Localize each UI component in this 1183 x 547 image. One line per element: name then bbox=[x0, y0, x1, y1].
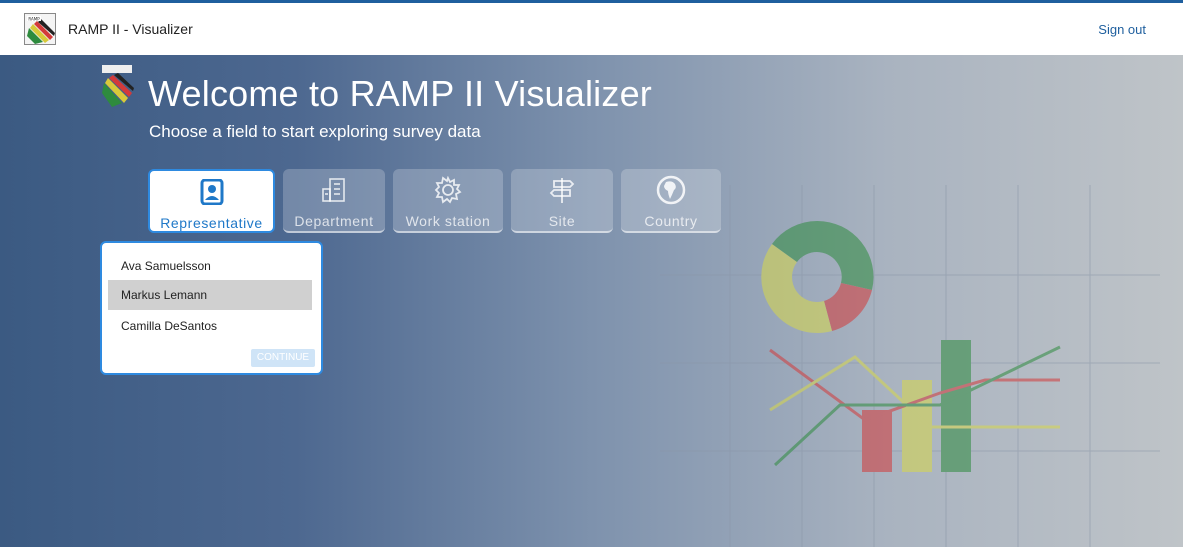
field-card-label: Department bbox=[294, 213, 374, 229]
ramp-logo: RAMP bbox=[24, 13, 56, 45]
field-card-work-station[interactable]: Work station bbox=[393, 169, 503, 233]
gear-icon bbox=[433, 175, 463, 205]
dropdown-option[interactable]: Camilla DeSantos bbox=[108, 311, 312, 341]
representative-dropdown: Ava Samuelsson Markus Lemann Camilla DeS… bbox=[100, 241, 323, 375]
welcome-heading: Welcome to RAMP II Visualizer bbox=[148, 73, 652, 114]
field-card-country[interactable]: Country bbox=[621, 169, 721, 233]
hero-section: Welcome to RAMP II Visualizer Choose a f… bbox=[0, 55, 1183, 547]
field-card-label: Work station bbox=[405, 213, 491, 229]
dropdown-option[interactable]: Markus Lemann bbox=[108, 280, 312, 310]
field-card-representative[interactable]: Representative bbox=[148, 169, 275, 233]
field-card-department[interactable]: Department bbox=[283, 169, 385, 233]
field-card-label: Representative bbox=[160, 215, 263, 231]
building-icon bbox=[319, 175, 349, 205]
field-card-label: Country bbox=[644, 213, 698, 229]
ramp-logo-large bbox=[100, 63, 136, 109]
globe-icon bbox=[656, 175, 686, 205]
field-card-site[interactable]: Site bbox=[511, 169, 613, 233]
field-selector: Representative Department Work station S… bbox=[148, 169, 729, 233]
continue-button[interactable]: CONTINUE bbox=[251, 349, 315, 367]
svg-text:RAMP: RAMP bbox=[28, 16, 40, 21]
sign-out-link[interactable]: Sign out bbox=[1098, 22, 1146, 37]
signpost-icon bbox=[547, 175, 577, 205]
field-card-label: Site bbox=[548, 213, 576, 229]
welcome-subtitle: Choose a field to start exploring survey… bbox=[149, 122, 481, 141]
top-bar: RAMP RAMP II - Visualizer Sign out bbox=[0, 0, 1183, 55]
app-title: RAMP II - Visualizer bbox=[68, 21, 193, 37]
person-badge-icon bbox=[197, 177, 227, 207]
dropdown-option[interactable]: Ava Samuelsson bbox=[108, 251, 312, 281]
